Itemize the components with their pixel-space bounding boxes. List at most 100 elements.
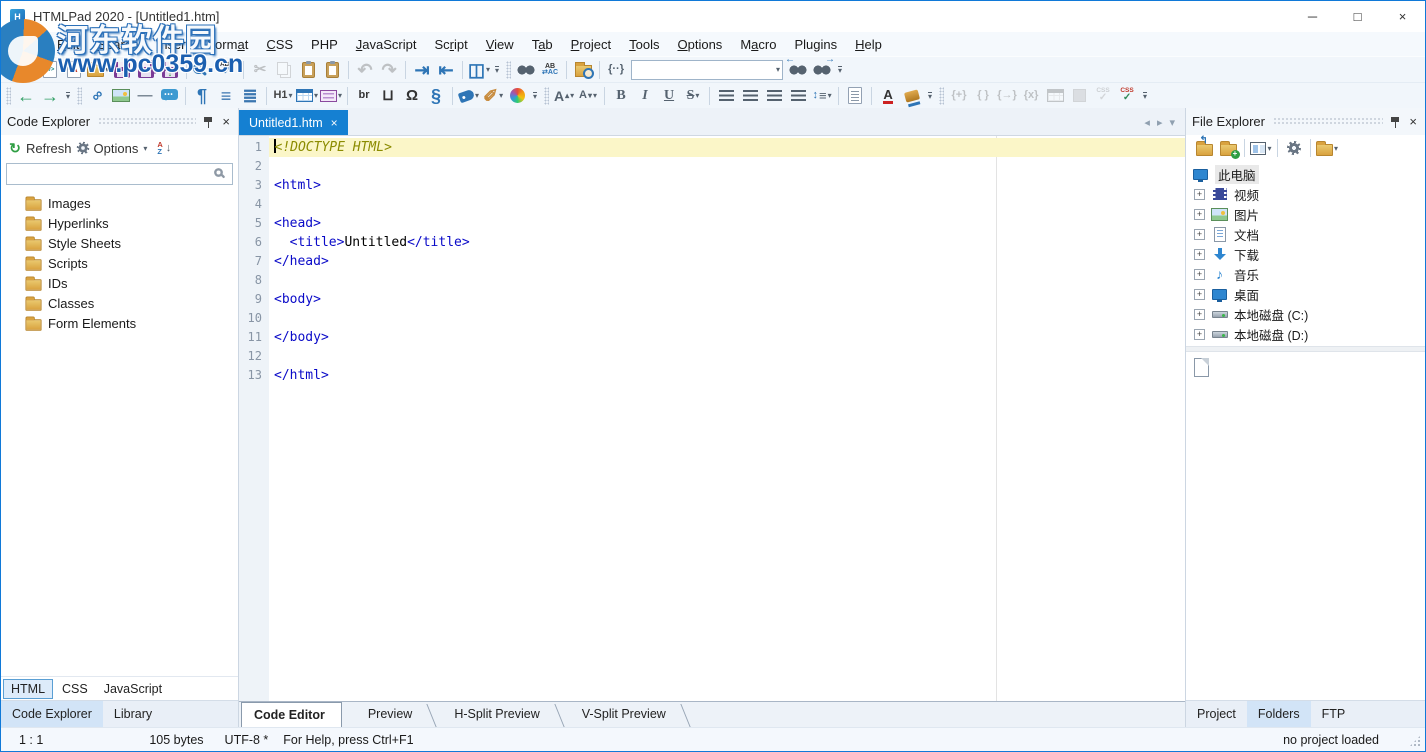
tab-library[interactable]: Library xyxy=(103,701,163,727)
code-explorer-item-ids[interactable]: IDs xyxy=(1,273,238,293)
save-all-icon[interactable] xyxy=(134,58,158,82)
menu-item-macro[interactable]: Macro xyxy=(731,34,785,55)
code-explorer-item-images[interactable]: Images xyxy=(1,193,238,213)
code-explorer-item-scripts[interactable]: Scripts xyxy=(1,253,238,273)
menu-item-options[interactable]: Options xyxy=(668,34,731,55)
hyperlink-icon[interactable]: ∞ xyxy=(85,84,109,108)
menu-item-search[interactable]: Search xyxy=(88,34,147,55)
panel-drag-handle[interactable] xyxy=(1273,117,1383,126)
file-tree-item-pictures[interactable]: +图片 xyxy=(1186,204,1425,224)
code-explorer-item-form-elements[interactable]: Form Elements xyxy=(1,313,238,333)
special-character-icon[interactable]: Ω xyxy=(400,84,424,108)
new-styled-document-icon[interactable] xyxy=(62,58,86,82)
menu-item-css[interactable]: CSS xyxy=(257,34,302,55)
find-in-files-icon[interactable] xyxy=(571,58,595,82)
menu-item-tools[interactable]: Tools xyxy=(620,34,668,55)
file-tree-item-desktop[interactable]: +桌面 xyxy=(1186,284,1425,304)
menu-item-view[interactable]: View xyxy=(477,34,523,55)
tab-scroll-left-icon[interactable]: ◂ xyxy=(1144,116,1150,129)
expander-icon[interactable]: + xyxy=(1194,269,1205,280)
spell-check-icon[interactable] xyxy=(215,58,239,82)
file-tree-item-documents[interactable]: +文档 xyxy=(1186,224,1425,244)
navigate-back-icon[interactable]: ← xyxy=(14,84,38,108)
close-button[interactable]: × xyxy=(1380,1,1425,32)
table-icon[interactable]: ▾ xyxy=(295,84,319,108)
menu-item-format[interactable]: Format xyxy=(198,34,257,55)
code-explorer-search-input[interactable] xyxy=(12,165,215,183)
menu-item-tab[interactable]: Tab xyxy=(523,34,562,55)
line-break-icon[interactable]: br xyxy=(352,84,376,108)
indent-increase-icon[interactable]: ⇥ xyxy=(410,58,434,82)
tab-project[interactable]: Project xyxy=(1186,701,1247,727)
tab-code-explorer[interactable]: Code Explorer xyxy=(1,701,103,727)
font-increase-icon[interactable]: ▾ xyxy=(552,84,576,108)
pin-icon[interactable] xyxy=(1391,116,1399,128)
save-icon[interactable] xyxy=(110,58,134,82)
code-explorer-item-hyperlinks[interactable]: Hyperlinks xyxy=(1,213,238,233)
toolbar-overflow-icon[interactable]: ▾ xyxy=(491,59,503,81)
file-tree-item-drive-d[interactable]: +本地磁盘 (D:) xyxy=(1186,324,1425,344)
nbsp-icon[interactable]: ⊔ xyxy=(376,84,400,108)
font-color-icon[interactable]: A xyxy=(876,84,900,108)
document-tab[interactable]: Untitled1.htm × xyxy=(239,110,348,135)
expander-icon[interactable]: + xyxy=(1194,309,1205,320)
tab-javascript[interactable]: JavaScript xyxy=(97,680,169,698)
new-document-icon[interactable]: ▾ xyxy=(14,58,38,82)
menu-item-project[interactable]: Project xyxy=(562,34,620,55)
panel-drag-handle[interactable] xyxy=(98,117,196,126)
search-combobox-input[interactable] xyxy=(632,62,775,78)
font-decrease-icon[interactable]: ▾ xyxy=(576,84,600,108)
chevron-down-icon[interactable]: ▾ xyxy=(776,65,780,74)
toolbar-grip[interactable] xyxy=(506,61,511,79)
underline-icon[interactable]: U xyxy=(657,84,681,108)
image-icon[interactable] xyxy=(109,84,133,108)
heading-icon[interactable]: H1▾ xyxy=(271,84,295,108)
toolbar-overflow-icon[interactable]: ▾ xyxy=(1139,85,1151,107)
menu-item-script[interactable]: Script xyxy=(425,34,476,55)
find-previous-icon[interactable] xyxy=(786,58,810,82)
quick-find-icon[interactable]: ▾ xyxy=(191,58,215,82)
refresh-button[interactable]: Refresh xyxy=(26,141,72,156)
expander-icon[interactable]: + xyxy=(1194,229,1205,240)
close-icon[interactable]: × xyxy=(222,114,230,129)
toolbar-grip[interactable] xyxy=(939,87,944,105)
tab-preview[interactable]: Preview xyxy=(356,702,428,727)
view-mode-icon[interactable]: ▾ xyxy=(1249,136,1273,160)
italic-icon[interactable]: I xyxy=(633,84,657,108)
expander-icon[interactable]: + xyxy=(1194,249,1205,260)
strikethrough-icon[interactable]: S▾ xyxy=(681,84,705,108)
tab-code-editor[interactable]: Code Editor xyxy=(241,702,342,727)
menu-item-insert[interactable]: Insert xyxy=(148,34,199,55)
tab-v-split-preview[interactable]: V-Split Preview xyxy=(570,702,682,727)
maximize-button[interactable]: □ xyxy=(1335,1,1380,32)
code-explorer-item-classes[interactable]: Classes xyxy=(1,293,238,313)
fill-color-icon[interactable] xyxy=(900,84,924,108)
tab-menu-icon[interactable]: ▾ xyxy=(1169,116,1175,129)
toolbar-grip[interactable] xyxy=(77,87,82,105)
code-snippet-icon[interactable]: {··} xyxy=(604,58,628,82)
align-center-icon[interactable] xyxy=(738,84,762,108)
file-tree-item-computer[interactable]: 此电脑 xyxy=(1186,164,1425,184)
close-icon[interactable]: × xyxy=(1409,114,1417,129)
expander-icon[interactable]: + xyxy=(1194,209,1205,220)
menu-item-javascript[interactable]: JavaScript xyxy=(347,34,426,55)
code-explorer-item-style-sheets[interactable]: Style Sheets xyxy=(1,233,238,253)
new-folder-icon[interactable] xyxy=(1216,136,1240,160)
sort-az-icon[interactable]: AZ xyxy=(157,141,162,156)
expander-icon[interactable]: + xyxy=(1194,189,1205,200)
file-icon[interactable] xyxy=(1194,358,1209,377)
form-icon[interactable]: ▾ xyxy=(319,84,343,108)
toolbar-overflow-icon[interactable]: ▾ xyxy=(924,85,936,107)
tag-icon[interactable]: ▾ xyxy=(457,84,481,108)
menu-item-php[interactable]: PHP xyxy=(302,34,347,55)
clipboard-icon[interactable] xyxy=(320,58,344,82)
indent-decrease-icon[interactable]: ⇤ xyxy=(434,58,458,82)
div-block-icon[interactable] xyxy=(843,84,867,108)
code-editor[interactable]: 1<!DOCTYPE HTML>23<html>45<head>6 <title… xyxy=(239,136,1185,701)
comment-icon[interactable] xyxy=(157,84,181,108)
tab-close-icon[interactable]: × xyxy=(331,116,338,130)
css-validate-icon[interactable] xyxy=(1115,84,1139,108)
open-file-icon[interactable]: ▾ xyxy=(86,58,110,82)
save-as-icon[interactable] xyxy=(158,58,182,82)
script-icon[interactable]: § xyxy=(424,84,448,108)
